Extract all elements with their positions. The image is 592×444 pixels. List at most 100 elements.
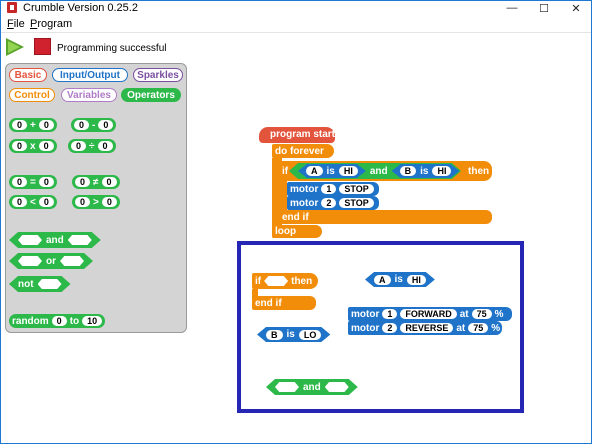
and-operator-block[interactable]: and xyxy=(9,232,101,248)
random-from-value[interactable]: 0 xyxy=(51,316,67,326)
ne-b-value[interactable]: 0 xyxy=(101,177,117,187)
or-operator-block[interactable]: or xyxy=(9,253,93,269)
sub-a-value[interactable]: 0 xyxy=(74,120,90,130)
sub-b-value[interactable]: 0 xyxy=(98,120,114,130)
toolbar: Programming successful xyxy=(1,34,591,60)
mul-b-value[interactable]: 0 xyxy=(38,141,54,151)
minimize-button[interactable]: — xyxy=(497,1,527,15)
menu-file-label: ile xyxy=(13,18,25,30)
add-b-value[interactable]: 0 xyxy=(38,120,54,130)
loose-a-var[interactable]: A xyxy=(374,275,391,285)
loose-motor2-speed[interactable]: 75 xyxy=(468,323,489,333)
tab-input-output[interactable]: Input/Output xyxy=(52,68,128,82)
cond-b-var[interactable]: B xyxy=(400,166,417,176)
equals-operator-block[interactable]: 0 = 0 xyxy=(9,175,57,189)
tab-control[interactable]: Control xyxy=(9,88,55,102)
motor1-number[interactable]: 1 xyxy=(321,184,337,194)
tab-operators[interactable]: Operators xyxy=(121,88,181,102)
and-condition-block[interactable]: Ais HI and Bis HI xyxy=(289,163,461,179)
sub-op-label: - xyxy=(92,119,96,131)
loose-motor1-number[interactable]: 1 xyxy=(382,309,398,319)
lt-b-value[interactable]: 0 xyxy=(38,197,54,207)
random-to-value[interactable]: 10 xyxy=(82,316,103,326)
program-start-block[interactable]: program start xyxy=(259,127,335,143)
motor2-action[interactable]: STOP xyxy=(339,198,374,208)
motor2-number[interactable]: 2 xyxy=(321,198,337,208)
add-a-value[interactable]: 0 xyxy=(12,120,28,130)
greater-than-operator-block[interactable]: 0 >0 xyxy=(72,195,120,209)
cond-b-value[interactable]: HI xyxy=(432,166,451,176)
loose-a-is-hi-block[interactable]: Ais HI xyxy=(365,272,435,287)
tab-sparkles[interactable]: Sparkles xyxy=(133,68,183,82)
cond-b-is: is xyxy=(420,165,429,177)
loose-b-var[interactable]: B xyxy=(266,330,283,340)
motor2-stop-block[interactable]: motor 2 STOP xyxy=(287,196,379,210)
and-left-slot[interactable] xyxy=(18,235,42,245)
motor1-stop-block[interactable]: motor 1 STOP xyxy=(287,182,379,196)
loose-motor1-direction[interactable]: FORWARD xyxy=(400,309,457,319)
and-label: and xyxy=(46,234,64,246)
motor1-label: motor xyxy=(290,183,319,195)
loose-then-label: then xyxy=(291,275,313,287)
loose-motor2-number[interactable]: 2 xyxy=(382,323,398,333)
end-if-block[interactable]: end if xyxy=(279,210,492,224)
tab-variables[interactable]: Variables xyxy=(61,88,117,102)
motor1-action[interactable]: STOP xyxy=(339,184,374,194)
loose-a-is: is xyxy=(394,274,403,285)
loose-motor2-direction[interactable]: REVERSE xyxy=(400,323,454,333)
ne-a-value[interactable]: 0 xyxy=(75,177,91,187)
eq-a-value[interactable]: 0 xyxy=(12,177,28,187)
loop-block[interactable]: loop xyxy=(272,225,322,238)
maximize-button[interactable]: ☐ xyxy=(529,1,559,15)
loose-and-left-slot[interactable] xyxy=(275,382,299,392)
or-left-slot[interactable] xyxy=(18,256,42,266)
not-slot[interactable] xyxy=(38,279,62,289)
add-op-label: + xyxy=(30,119,36,131)
if-arm xyxy=(279,181,287,211)
stop-icon[interactable] xyxy=(34,38,51,55)
eq-b-value[interactable]: 0 xyxy=(38,177,54,187)
loose-a-value[interactable]: HI xyxy=(407,275,426,285)
do-forever-block[interactable]: do forever xyxy=(272,144,334,158)
add-operator-block[interactable]: 0 +0 xyxy=(9,118,57,132)
loose-and-right-slot[interactable] xyxy=(325,382,349,392)
loose-if-block[interactable]: if then xyxy=(252,273,318,289)
div-a-value[interactable]: 0 xyxy=(71,141,87,151)
loose-motor2-reverse-block[interactable]: motor 2 REVERSE at 75% xyxy=(348,321,502,335)
div-b-value[interactable]: 0 xyxy=(97,141,113,151)
menu-program[interactable]: Program xyxy=(30,18,72,30)
loose-end-if-block[interactable]: end if xyxy=(252,296,316,310)
less-than-operator-block[interactable]: 0 <0 xyxy=(9,195,57,209)
loose-motor1-speed[interactable]: 75 xyxy=(471,309,492,319)
loose-b-value[interactable]: LO xyxy=(299,330,322,340)
and-right-slot[interactable] xyxy=(68,235,92,245)
or-right-slot[interactable] xyxy=(60,256,84,266)
run-play-icon[interactable] xyxy=(6,38,24,56)
loose-and-label: and xyxy=(303,381,321,393)
gt-a-value[interactable]: 0 xyxy=(75,197,91,207)
cond-a-value[interactable]: HI xyxy=(339,166,358,176)
gt-b-value[interactable]: 0 xyxy=(101,197,117,207)
random-label: random xyxy=(12,315,49,327)
multiply-operator-block[interactable]: 0x0 xyxy=(9,139,57,153)
close-button[interactable]: ✕ xyxy=(561,1,591,15)
menu-file[interactable]: File xyxy=(7,18,25,30)
cond-a-var[interactable]: A xyxy=(306,166,323,176)
condition-b-block[interactable]: Bis HI xyxy=(392,164,460,178)
mul-a-value[interactable]: 0 xyxy=(12,141,28,151)
divide-operator-block[interactable]: 0 ÷ 0 xyxy=(68,139,116,153)
condition-and-label: and xyxy=(369,165,388,177)
menu-bar: File Program xyxy=(1,15,591,33)
random-to-label: to xyxy=(69,315,80,327)
subtract-operator-block[interactable]: 0-0 xyxy=(71,118,117,132)
not-equal-operator-block[interactable]: 0 ≠ 0 xyxy=(72,175,120,189)
loose-and-block[interactable]: and xyxy=(266,379,358,395)
loose-if-slot[interactable] xyxy=(264,276,289,286)
loose-motor1-forward-block[interactable]: motor 1 FORWARD at 75% xyxy=(348,307,512,321)
tab-basic[interactable]: Basic xyxy=(9,68,47,82)
random-operator-block[interactable]: random 0 to 10 xyxy=(9,314,106,328)
loose-b-is-lo-block[interactable]: Bis LO xyxy=(257,327,330,342)
condition-a-block[interactable]: Ais HI xyxy=(298,164,366,178)
not-operator-block[interactable]: not xyxy=(9,276,71,292)
lt-a-value[interactable]: 0 xyxy=(12,197,28,207)
